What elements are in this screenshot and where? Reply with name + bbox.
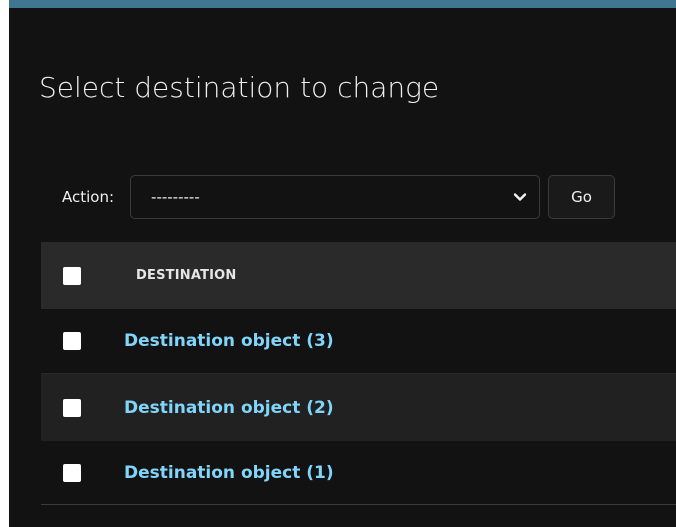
action-select-value: ---------	[151, 188, 200, 206]
table-row: Destination object (3)	[41, 309, 676, 374]
results-table: DESTINATION Destination object (3) Desti…	[41, 242, 676, 505]
select-all-checkbox[interactable]	[63, 266, 81, 285]
row-checkbox[interactable]	[63, 398, 81, 417]
column-header-destination[interactable]: DESTINATION	[136, 268, 237, 283]
row-checkbox[interactable]	[63, 332, 81, 350]
action-select[interactable]: ---------	[130, 175, 541, 219]
object-link[interactable]: Destination object (3)	[124, 331, 334, 351]
action-label: Action:	[62, 188, 115, 206]
chevron-down-icon	[513, 193, 527, 201]
actions-bar: Action: --------- Go	[39, 174, 616, 220]
table-row: Destination object (1)	[41, 441, 676, 505]
page-title: Select destination to change	[39, 71, 440, 104]
row-checkbox[interactable]	[63, 463, 81, 482]
header-border	[9, 0, 676, 8]
go-button[interactable]: Go	[548, 175, 616, 219]
content-frame: Select destination to change Action: ---…	[9, 0, 676, 527]
object-link[interactable]: Destination object (1)	[124, 463, 334, 483]
table-header-row: DESTINATION	[41, 242, 676, 309]
object-link[interactable]: Destination object (2)	[124, 398, 334, 418]
table-row: Destination object (2)	[41, 374, 676, 441]
